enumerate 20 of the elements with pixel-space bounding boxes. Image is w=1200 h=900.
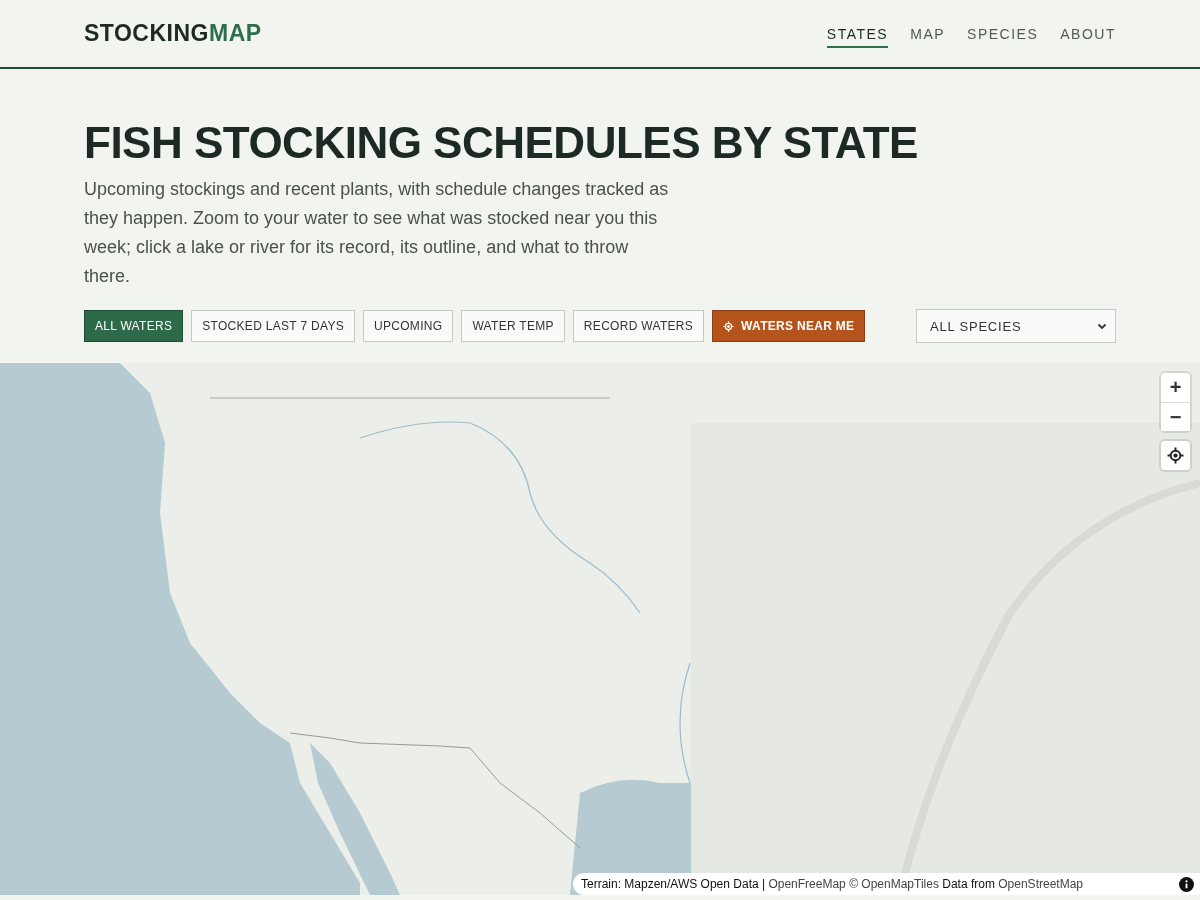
species-dropdown[interactable]: ALL SPECIES [916,309,1116,344]
page-title: FISH STOCKING SCHEDULES BY STATE [84,119,919,168]
zoom-out-button[interactable]: − [1161,402,1190,432]
filter-button[interactable]: RECORD WATERS [572,310,705,343]
filter-button[interactable]: STOCKED LAST 7 DAYS [191,310,355,343]
attribution-link[interactable]: OpenStreetMap [998,877,1083,892]
logo-text[interactable]: MAP [209,20,262,47]
locate-button[interactable]: WATERS NEAR ME [712,310,866,343]
attribution-link[interactable]: © OpenMapTiles [845,877,939,892]
filter-button[interactable]: ALL WATERS [84,310,184,343]
nav-link[interactable]: MAP [910,19,946,48]
page-description: Upcoming stockings and recent plants, with schedule changes tracked as they happen. Zoom to your water to see what was stocked near you this week; click a lake or river for its record, its outline, and what to throw there. [84,178,670,289]
attribution-link[interactable]: OpenFreeMap [768,877,846,892]
map-attribution: Terrain: Mapzen/AWS Open Data | OpenFreeMap © OpenMapTiles Data from OpenStreetMap [581,876,1084,894]
filter-button[interactable]: UPCOMING [363,310,454,343]
logo-text[interactable]: STOCKING [84,20,209,47]
nav-link[interactable]: SPECIES [967,19,1039,48]
nav-link[interactable]: STATES [826,19,889,48]
filter-button[interactable]: WATER TEMP [461,310,565,343]
nav-link[interactable]: ABOUT [1060,19,1116,48]
